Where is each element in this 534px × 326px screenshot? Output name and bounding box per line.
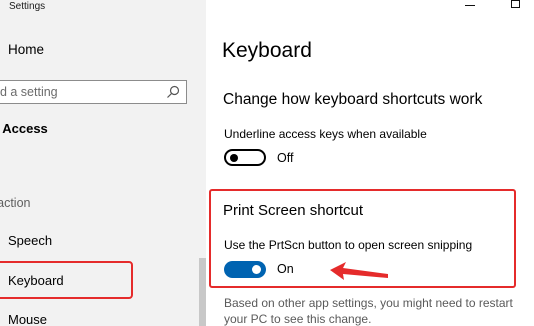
underline-access-keys-state: Off (277, 151, 294, 165)
minimize-icon[interactable] (465, 5, 475, 6)
search-placeholder: nd a setting (0, 85, 58, 99)
section-subheading: Change how keyboard shortcuts work (223, 91, 483, 108)
toggle-knob (252, 265, 261, 274)
group-label: eraction (0, 196, 31, 210)
print-screen-label: Use the PrtScn button to open screen sni… (224, 238, 473, 252)
sidebar: Settings Home nd a setting e of Access e… (0, 0, 206, 326)
page-title: Keyboard (222, 39, 312, 62)
keyboard-highlight-box (0, 261, 133, 299)
search-input[interactable]: nd a setting (0, 80, 187, 104)
underline-access-keys-toggle[interactable] (224, 149, 266, 166)
sidebar-item-home[interactable]: Home (8, 42, 44, 57)
print-screen-heading: Print Screen shortcut (223, 202, 364, 219)
section-title: e of Access (0, 121, 48, 136)
restart-info-text: Based on other app settings, you might n… (224, 296, 513, 326)
print-screen-state: On (277, 262, 294, 276)
sidebar-scrollbar[interactable] (199, 258, 206, 326)
sidebar-item-mouse[interactable]: Mouse (8, 312, 47, 326)
sidebar-item-speech[interactable]: Speech (8, 233, 52, 248)
print-screen-toggle[interactable] (224, 261, 266, 278)
red-arrow-icon (330, 262, 388, 280)
search-icon[interactable] (166, 85, 180, 99)
toggle-knob (230, 154, 238, 162)
window-title: Settings (9, 1, 46, 12)
maximize-icon[interactable] (511, 0, 520, 8)
underline-access-keys-label: Underline access keys when available (224, 127, 427, 141)
